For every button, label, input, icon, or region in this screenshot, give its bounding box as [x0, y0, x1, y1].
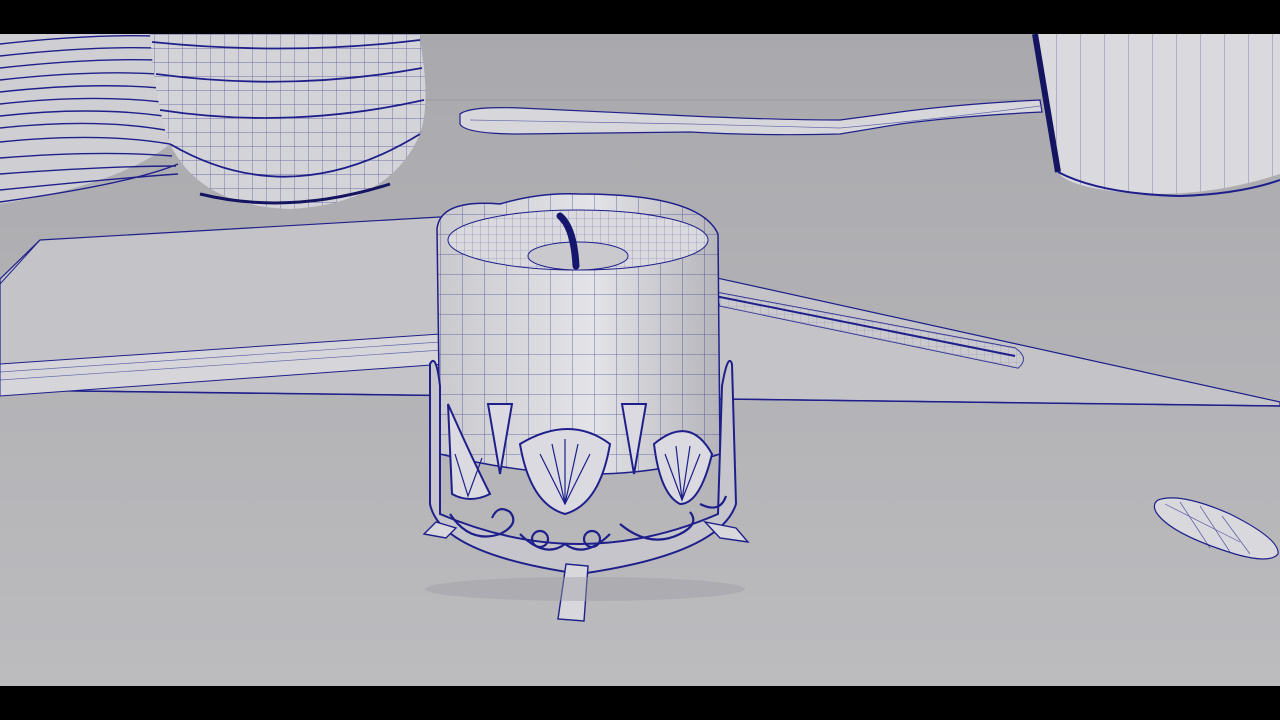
video-frame	[0, 0, 1280, 720]
letterbox-top	[0, 0, 1280, 34]
candle-shadow	[425, 577, 745, 601]
letterbox-bottom	[0, 686, 1280, 720]
cup[interactable]	[1032, 34, 1280, 198]
3d-viewport[interactable]	[0, 34, 1280, 686]
